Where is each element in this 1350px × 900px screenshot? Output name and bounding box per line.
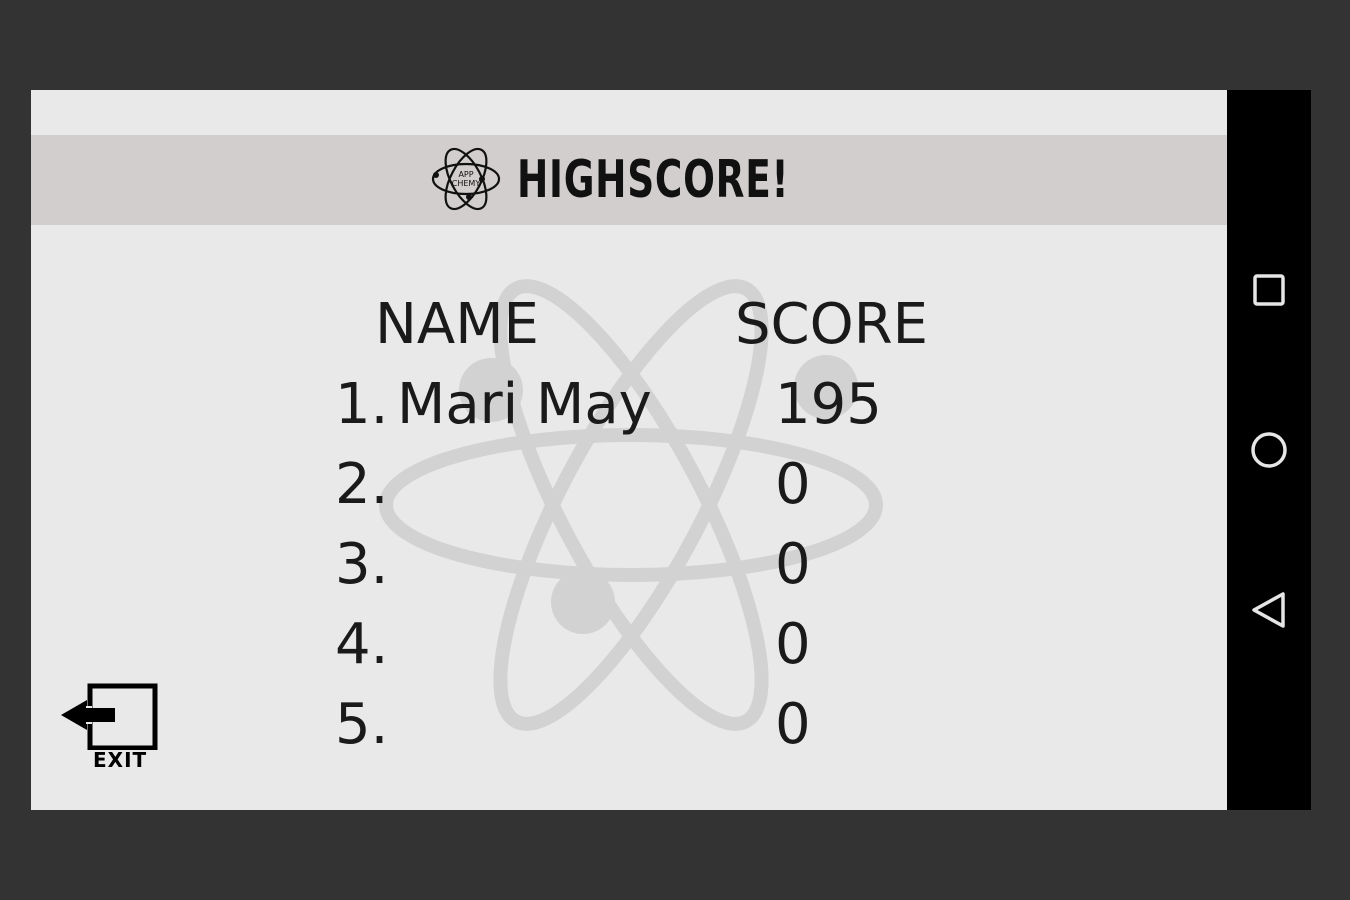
square-icon — [1253, 274, 1285, 306]
triangle-back-icon — [1252, 592, 1285, 628]
player-score-1: 195 — [775, 372, 882, 437]
system-navigation-bar — [1227, 90, 1311, 810]
player-score-3: 0 — [775, 532, 811, 597]
rank-3: 3. — [335, 532, 389, 597]
recents-button[interactable] — [1249, 270, 1289, 310]
home-button[interactable] — [1249, 430, 1289, 470]
rank-4: 4. — [335, 612, 389, 677]
rank-1: 1. — [335, 372, 389, 437]
exit-door-icon — [61, 683, 158, 751]
logo-text-line1: APP — [458, 170, 473, 179]
game-screen: APP CHEMY HIGHSCORE! NAME SCORE 1. Mari … — [31, 90, 1227, 810]
player-score-5: 0 — [775, 692, 811, 757]
app-chemy-logo-icon: APP CHEMY — [431, 147, 501, 211]
logo-text-line2: CHEMY — [452, 179, 481, 188]
rank-2: 2. — [335, 452, 389, 517]
exit-label: EXIT — [93, 748, 148, 772]
player-score-4: 0 — [775, 612, 811, 677]
column-header-score: SCORE — [735, 292, 929, 357]
player-score-2: 0 — [775, 452, 811, 517]
title-bar: APP CHEMY HIGHSCORE! — [31, 135, 1227, 225]
player-name-1: Mari May — [397, 372, 652, 437]
exit-button[interactable]: EXIT — [61, 680, 161, 780]
circle-icon — [1251, 432, 1287, 468]
rank-5: 5. — [335, 692, 389, 757]
column-header-name: NAME — [375, 292, 539, 357]
page-title: HIGHSCORE! — [517, 150, 790, 210]
back-button[interactable] — [1249, 590, 1289, 630]
